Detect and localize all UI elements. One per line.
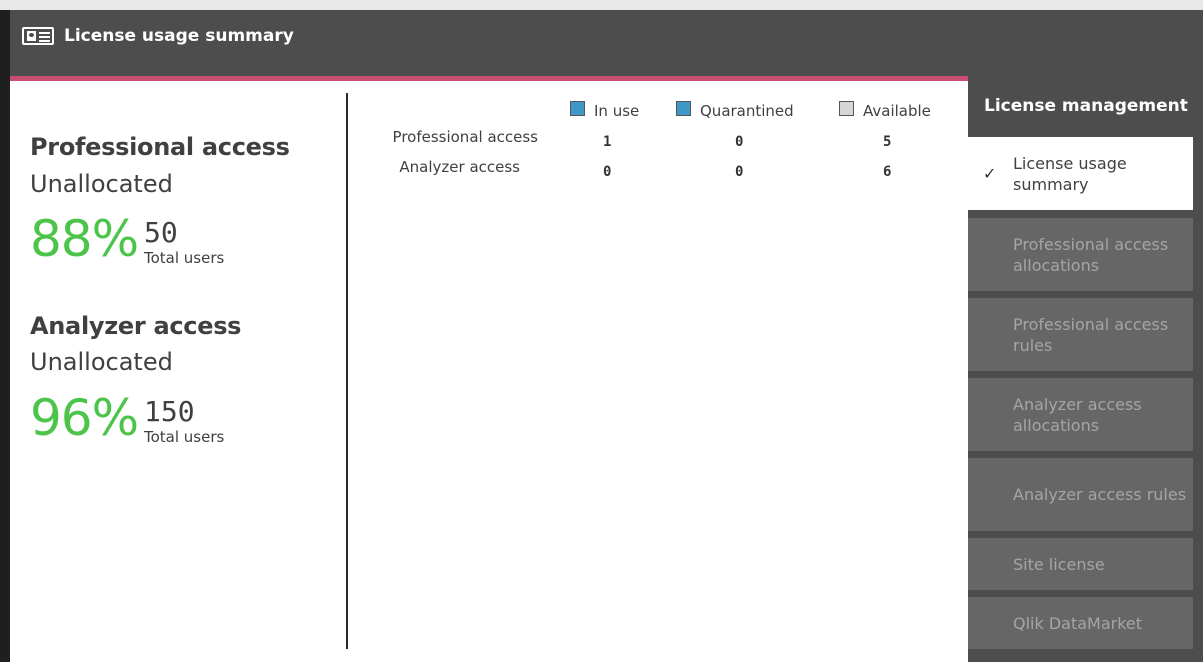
quarantined-swatch <box>676 101 691 116</box>
sidebar-title: License management <box>984 96 1188 116</box>
page-title: License usage summary <box>64 26 294 46</box>
analyzer-access-title: Analyzer access <box>30 312 242 340</box>
professional-access-status: Unallocated <box>30 170 173 198</box>
id-card-icon <box>22 27 54 45</box>
sidebar-item-label: Professional access allocations <box>1013 234 1169 275</box>
analyzer-quarantined-value: 0 <box>735 164 744 180</box>
sidebar-item-license-usage-summary[interactable]: ✓ License usage summary <box>968 137 1193 210</box>
sidebar-item-analyzer-access-allocations[interactable]: Analyzer access allocations <box>968 378 1193 451</box>
professional-access-total-label: Total users <box>144 249 225 267</box>
in-use-swatch <box>570 101 585 116</box>
professional-access-percent: 88% <box>30 210 139 268</box>
analyzer-access-status: Unallocated <box>30 348 173 376</box>
row-label-analyzer: Analyzer access <box>399 158 520 176</box>
legend-available: Available <box>863 102 931 120</box>
row-label-professional: Professional access <box>392 128 538 146</box>
window-left-border <box>0 10 10 662</box>
professional-available-value: 5 <box>883 134 892 150</box>
sidebar-item-professional-access-rules[interactable]: Professional access rules <box>968 298 1193 371</box>
window-top-border <box>0 0 1203 10</box>
panel-divider <box>346 93 348 649</box>
sidebar-item-site-license[interactable]: Site license <box>968 538 1193 590</box>
legend-in-use: In use <box>594 102 640 120</box>
analyzer-access-percent: 96% <box>30 389 139 447</box>
professional-in-use-value: 1 <box>603 134 612 150</box>
sidebar-item-label: Qlik DataMarket <box>1013 613 1143 633</box>
available-swatch <box>839 101 854 116</box>
sidebar-item-label: License usage summary <box>1013 153 1127 194</box>
professional-quarantined-value: 0 <box>735 134 744 150</box>
sidebar-item-qlik-datamarket[interactable]: Qlik DataMarket <box>968 597 1193 649</box>
sidebar-item-label: Analyzer access rules <box>1013 485 1187 504</box>
analyzer-access-total: 150 <box>144 395 195 428</box>
sidebar-item-analyzer-access-rules[interactable]: Analyzer access rules <box>968 458 1193 531</box>
sidebar-item-label: Site license <box>1013 554 1105 574</box>
legend-quarantined: Quarantined <box>700 102 794 120</box>
sidebar-item-label: Analyzer access allocations <box>1013 394 1142 435</box>
professional-access-total: 50 <box>144 216 178 249</box>
checkmark-icon: ✓ <box>983 163 997 183</box>
analyzer-available-value: 6 <box>883 164 892 180</box>
sidebar-item-label: Professional access rules <box>1013 314 1169 355</box>
sidebar-item-professional-access-allocations[interactable]: Professional access allocations <box>968 218 1193 291</box>
professional-access-title: Professional access <box>30 133 290 161</box>
analyzer-access-total-label: Total users <box>144 428 225 446</box>
analyzer-in-use-value: 0 <box>603 164 612 180</box>
